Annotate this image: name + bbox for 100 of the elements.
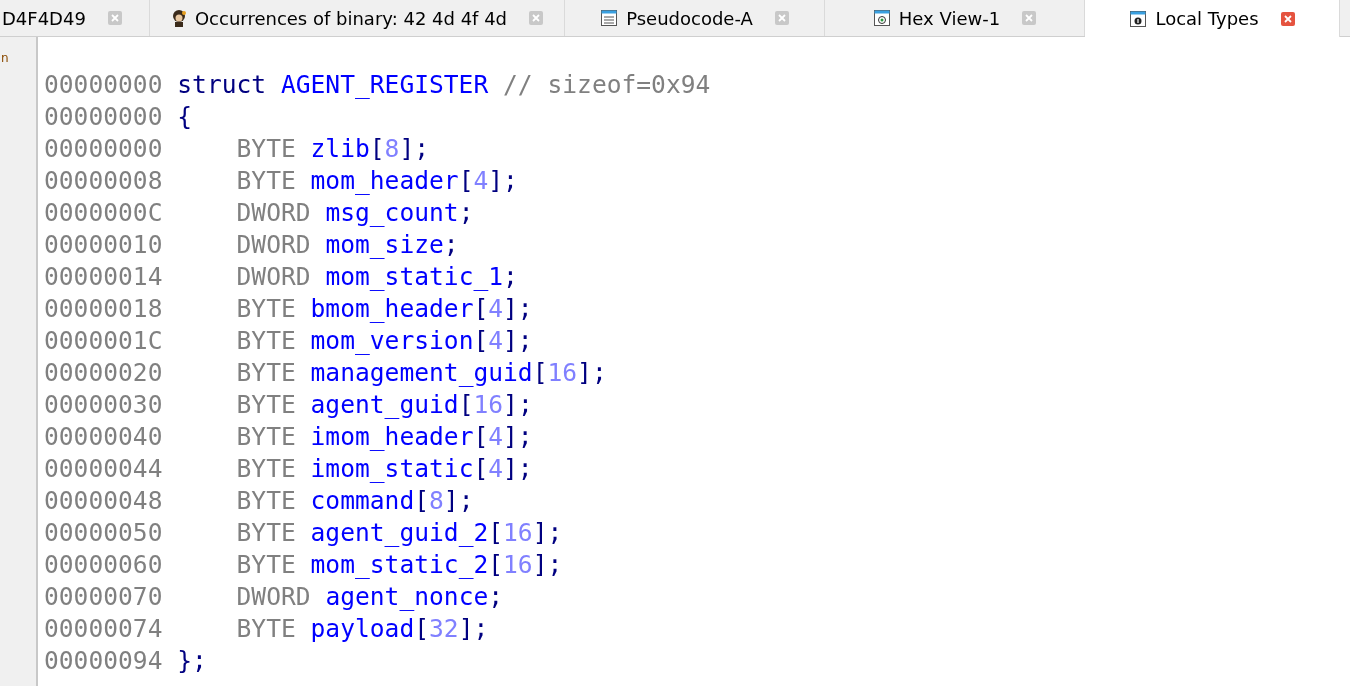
close-icon[interactable] — [1280, 11, 1295, 26]
line-offset: 00000050 — [44, 517, 163, 549]
code-token: [ — [488, 517, 504, 549]
window-icon — [1129, 9, 1148, 28]
code-token: imom_static — [310, 453, 474, 485]
close-icon[interactable] — [774, 11, 789, 25]
code-token: ]; — [503, 325, 533, 357]
close-icon[interactable] — [1022, 11, 1037, 25]
code-token: [ — [473, 453, 489, 485]
line-offset: 00000018 — [44, 293, 163, 325]
code-token: agent_guid — [310, 389, 459, 421]
document-icon — [600, 9, 619, 27]
code-token: 4 — [488, 293, 504, 325]
code-token: ]; — [503, 389, 533, 421]
line-offset: 00000014 — [44, 261, 163, 293]
code-token: [ — [488, 549, 504, 581]
code-token: [ — [458, 389, 474, 421]
code-token: ]; — [458, 613, 489, 645]
code-token: ]; — [532, 549, 563, 581]
code-token: ]; — [399, 133, 430, 165]
code-token: ]; — [443, 485, 474, 517]
code-token: BYTE — [236, 485, 296, 517]
figure-icon — [170, 9, 187, 27]
line-offset: 00000008 — [44, 165, 163, 197]
code-token: ; — [488, 581, 504, 613]
code-token: [ — [369, 133, 385, 165]
code-token: imom_header — [310, 421, 474, 453]
code-token: BYTE — [236, 357, 296, 389]
code-token: command — [310, 485, 415, 517]
code-token: 16 — [503, 549, 533, 581]
line-offset: 00000060 — [44, 549, 163, 581]
code-token: ]; — [503, 421, 533, 453]
code-token: BYTE — [236, 549, 296, 581]
code-token: DWORD — [236, 261, 311, 293]
code-token: BYTE — [236, 133, 296, 165]
code-token: 16 — [503, 517, 533, 549]
code-token: mom_header — [310, 165, 459, 197]
line-offset: 00000000 — [44, 101, 163, 133]
close-icon[interactable] — [529, 11, 544, 25]
code-token: [ — [473, 421, 489, 453]
line-offset: 00000020 — [44, 357, 163, 389]
code-token: BYTE — [236, 165, 296, 197]
code-token: ; — [503, 261, 518, 293]
tab[interactable]: Local Types — [1085, 0, 1340, 37]
tab[interactable]: D4F4D49 — [0, 0, 150, 36]
code-token: payload — [310, 613, 415, 645]
code-token: msg_count — [325, 197, 459, 229]
code-token: BYTE — [236, 613, 296, 645]
code-token: zlib — [310, 133, 370, 165]
line-offset: 00000044 — [44, 453, 163, 485]
code-token: mom_static_1 — [325, 261, 504, 293]
code-token: ]; — [503, 293, 533, 325]
code-token: ; — [458, 197, 474, 229]
code-token: [ — [473, 325, 489, 357]
code-token: ]; — [532, 517, 563, 549]
code-token: BYTE — [236, 325, 296, 357]
line-offset: 00000048 — [44, 485, 163, 517]
code-token: management_guid — [310, 357, 533, 389]
code-token: [ — [414, 485, 430, 517]
code-token: [ — [532, 357, 548, 389]
code-token: DWORD — [236, 197, 311, 229]
code-token: BYTE — [236, 389, 296, 421]
panel-text: n — [1, 51, 9, 65]
line-offset: 0000000C — [44, 197, 163, 229]
code-token: }; — [177, 645, 207, 677]
line-offset: 00000000 — [44, 133, 163, 165]
line-offset: 00000070 — [44, 581, 163, 613]
code-token: ; — [443, 229, 459, 261]
line-offset: 00000040 — [44, 421, 163, 453]
code-token: struct — [177, 69, 267, 101]
close-icon[interactable] — [107, 11, 122, 25]
code-token: [ — [473, 293, 489, 325]
code-token: mom_size — [325, 229, 444, 261]
code-token: DWORD — [236, 229, 311, 261]
window-icon — [872, 9, 891, 27]
line-offset: 00000010 — [44, 229, 163, 261]
line-offset: 00000030 — [44, 389, 163, 421]
code-token: agent_nonce — [325, 581, 489, 613]
code-token: ]; — [577, 357, 607, 389]
code-token: ]; — [503, 453, 533, 485]
code-token: mom_static_2 — [310, 549, 489, 581]
code-token: 8 — [429, 485, 444, 517]
line-offset: 00000000 — [44, 69, 163, 101]
code-token: 16 — [547, 357, 578, 389]
code-token: mom_version — [310, 325, 474, 357]
code-token: agent_guid_2 — [310, 517, 489, 549]
code-token: 4 — [488, 453, 504, 485]
code-token: [ — [458, 165, 474, 197]
code-token: [ — [414, 613, 430, 645]
code-token: 8 — [384, 133, 400, 165]
code-token: 4 — [473, 165, 489, 197]
code-token: BYTE — [236, 453, 296, 485]
code-token: 32 — [429, 613, 459, 645]
code-token: BYTE — [236, 293, 296, 325]
code-token: bmom_header — [310, 293, 474, 325]
code-token: 4 — [488, 325, 504, 357]
code-token: AGENT_REGISTER — [280, 69, 489, 101]
code-token: // sizeof=0x94 — [503, 69, 711, 101]
code-token: BYTE — [236, 421, 296, 453]
code-token: 16 — [473, 389, 504, 421]
